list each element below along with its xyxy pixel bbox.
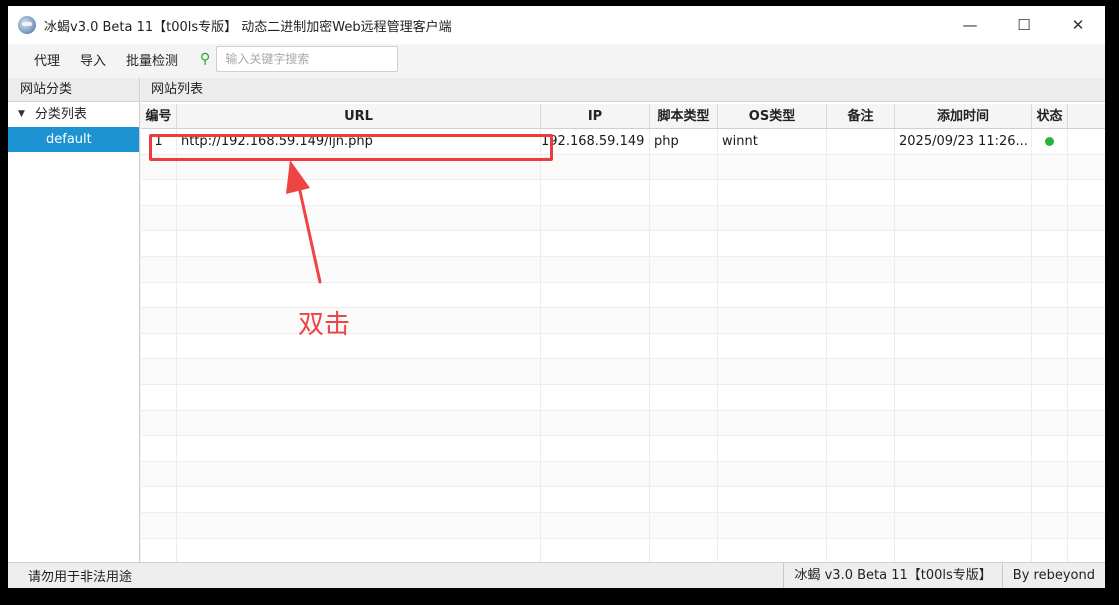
status-author: By rebeyond <box>1001 563 1105 588</box>
proxy-menu[interactable]: 代理 <box>8 50 70 69</box>
empty-rows <box>141 154 1105 565</box>
table-header: 编号 URL IP 脚本类型 OS类型 备注 添加时间 状态 <box>141 104 1105 129</box>
table-row-empty <box>141 205 1105 232</box>
annotation-label: 双击 <box>298 310 351 340</box>
cell-status <box>1032 129 1068 154</box>
site-list-header: 网站列表 <box>141 78 1105 102</box>
column-header-status[interactable]: 状态 <box>1032 104 1068 128</box>
table-row-empty <box>141 487 1105 513</box>
window-controls: — ☐ ✕ <box>943 6 1105 44</box>
close-button[interactable]: ✕ <box>1051 6 1105 44</box>
column-header-script-type[interactable]: 脚本类型 <box>650 104 718 128</box>
title-bar[interactable]: 冰蝎v3.0 Beta 11【t00ls专版】 动态二进制加密Web远程管理客户… <box>8 6 1105 44</box>
app-logo-icon <box>18 16 36 34</box>
search-input[interactable] <box>216 46 399 72</box>
table-row-empty <box>141 180 1105 206</box>
caret-down-icon[interactable]: ▼ <box>18 102 25 127</box>
table-row[interactable]: 1 http://192.168.59.149/ljn.php 192.168.… <box>141 129 1105 155</box>
table-row-empty <box>141 384 1105 411</box>
status-bar: 请勿用于非法用途 冰蝎 v3.0 Beta 11【t00ls专版】 By reb… <box>8 562 1105 588</box>
table-row-empty <box>141 359 1105 385</box>
table-row-empty <box>141 282 1105 309</box>
site-table: 编号 URL IP 脚本类型 OS类型 备注 添加时间 状态 1 http://… <box>141 104 1105 565</box>
site-list-panel: 网站列表 编号 URL IP 脚本类型 OS类型 备注 添加时间 状态 1 ht… <box>141 78 1105 565</box>
cell-script-type: php <box>650 129 718 154</box>
column-header-num[interactable]: 编号 <box>141 104 177 128</box>
table-row-empty <box>141 231 1105 257</box>
cell-added-time: 2025/09/23 11:26... <box>895 129 1032 154</box>
app-window: 冰蝎v3.0 Beta 11【t00ls专版】 动态二进制加密Web远程管理客户… <box>8 6 1105 588</box>
column-header-note[interactable]: 备注 <box>827 104 895 128</box>
search-icon: ⚲ <box>200 51 211 67</box>
import-menu[interactable]: 导入 <box>70 50 116 69</box>
tree-root-category-list[interactable]: ▼ 分类列表 <box>8 102 139 127</box>
category-panel: 网站分类 ▼ 分类列表 default <box>8 78 140 562</box>
table-row-empty <box>141 154 1105 181</box>
column-header-filler <box>1068 104 1105 128</box>
status-right: 冰蝎 v3.0 Beta 11【t00ls专版】 By rebeyond <box>783 563 1105 588</box>
table-row-empty <box>141 538 1105 565</box>
category-panel-header: 网站分类 <box>8 78 139 102</box>
status-online-icon <box>1045 137 1054 146</box>
table-row-empty <box>141 308 1105 334</box>
column-header-ip[interactable]: IP <box>541 104 650 128</box>
window-title: 冰蝎v3.0 Beta 11【t00ls专版】 动态二进制加密Web远程管理客户… <box>44 19 452 35</box>
table-row-empty <box>141 410 1105 437</box>
batch-check-menu[interactable]: 批量检测 <box>116 50 188 69</box>
column-header-added-time[interactable]: 添加时间 <box>895 104 1032 128</box>
column-header-os-type[interactable]: OS类型 <box>718 104 827 128</box>
status-warning-text: 请勿用于非法用途 <box>28 570 133 585</box>
status-version: 冰蝎 v3.0 Beta 11【t00ls专版】 <box>783 563 1001 588</box>
cell-ip: 192.168.59.149 <box>541 129 650 154</box>
minimize-button[interactable]: — <box>943 6 997 44</box>
cell-url: http://192.168.59.149/ljn.php <box>177 129 541 154</box>
tree-item-default[interactable]: default <box>8 127 139 152</box>
table-row-empty <box>141 333 1105 360</box>
tree-root-label: 分类列表 <box>34 107 87 122</box>
cell-note <box>827 129 895 154</box>
table-row-empty <box>141 461 1105 488</box>
cell-num: 1 <box>141 129 177 154</box>
table-row-empty <box>141 436 1105 462</box>
table-row-empty <box>141 256 1105 283</box>
column-header-url[interactable]: URL <box>177 104 541 128</box>
table-row-empty <box>141 512 1105 539</box>
toolbar: 代理 导入 批量检测 ⚲ <box>8 44 1105 74</box>
maximize-button[interactable]: ☐ <box>997 6 1051 44</box>
cell-os-type: winnt <box>718 129 827 154</box>
